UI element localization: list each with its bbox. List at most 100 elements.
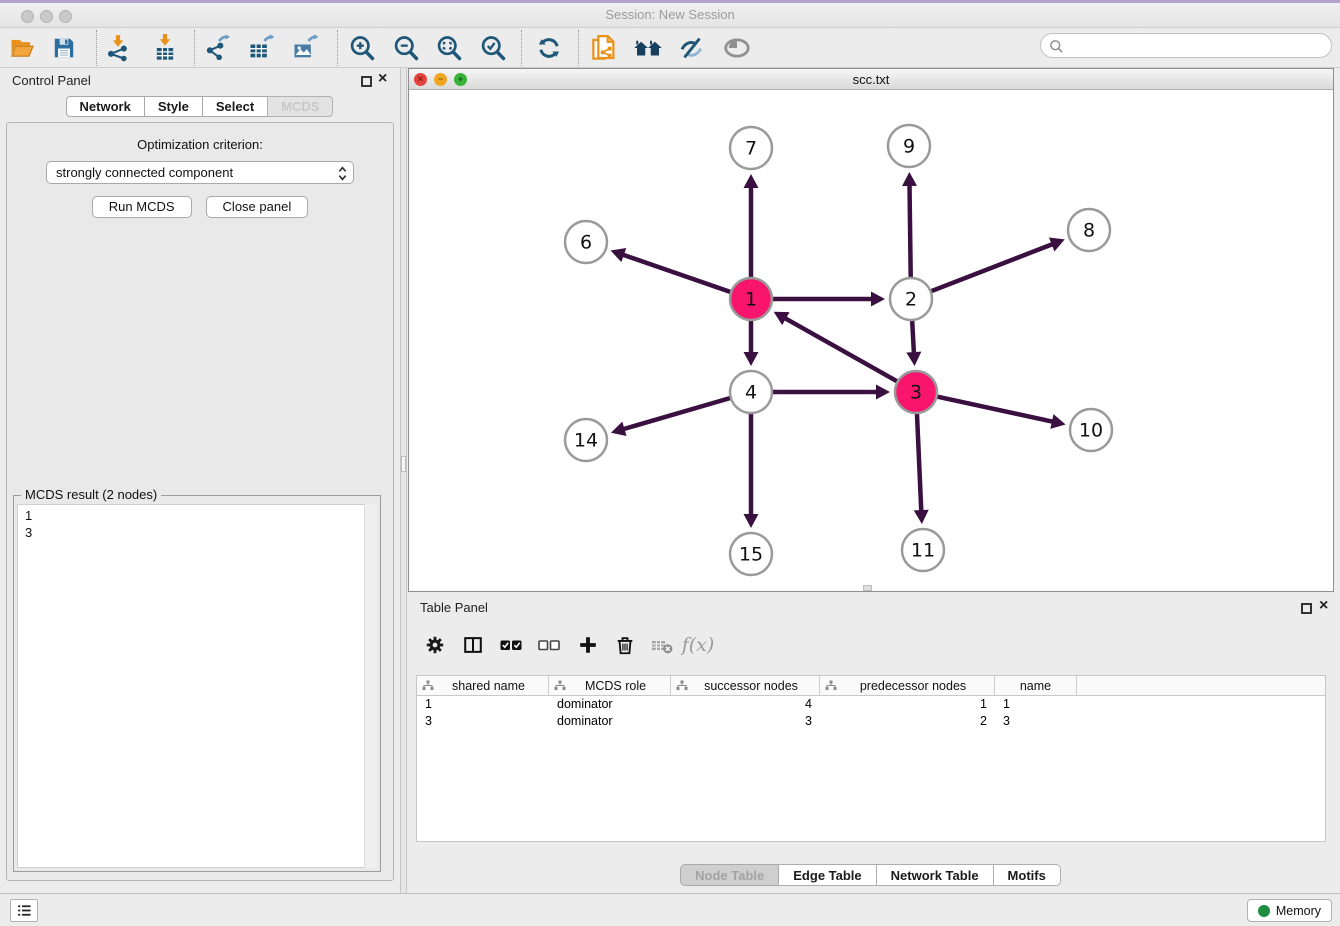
network-window-titlebar[interactable]: ✕ − + scc.txt [409,69,1333,90]
birds-eye-view-icon[interactable] [720,31,754,65]
criterion-dropdown[interactable]: strongly connected component [46,161,354,184]
edge-3-10[interactable] [937,397,1053,422]
tab-style[interactable]: Style [144,96,203,117]
tab-edge-table[interactable]: Edge Table [778,864,876,886]
status-bar: Memory [0,893,1340,926]
node-label-10: 10 [1079,420,1103,442]
column-header-name[interactable]: name [995,676,1077,695]
zoom-fit-icon[interactable] [432,31,466,65]
dropdown-stepper-icon [337,165,348,182]
close-panel-icon[interactable]: × [378,70,387,88]
edge-2-8[interactable] [932,244,1054,291]
select-all-icon[interactable] [498,632,524,658]
mcds-result-list[interactable]: 1 3 [17,504,377,868]
shared-column-icon [825,680,837,691]
arrowhead-2-3 [906,352,921,366]
window-title: Session: New Session [0,7,1340,22]
mcds-result-title: MCDS result (2 nodes) [21,487,161,502]
column-header-MCDS-role[interactable]: MCDS role [549,676,671,695]
memory-button[interactable]: Memory [1247,899,1332,922]
column-header-shared-name[interactable]: shared name [417,676,549,695]
table-cell: 1 [820,696,995,713]
import-table-icon[interactable] [148,31,182,65]
table-row[interactable]: 1dominator411 [417,696,1325,713]
open-session-icon[interactable] [5,31,39,65]
tab-network[interactable]: Network [66,96,145,117]
shared-column-icon [422,680,434,691]
canvas-resize-thumb[interactable] [863,585,872,591]
memory-label: Memory [1276,904,1321,918]
application-window: Session: New Session [0,0,1340,926]
deselect-all-icon[interactable] [536,632,562,658]
node-label-6: 6 [580,232,592,254]
panel-splitter[interactable] [400,68,407,893]
edge-2-3[interactable] [912,321,914,354]
splitter-grip[interactable] [401,456,406,472]
homes-icon[interactable] [631,31,665,65]
function-builder-icon[interactable]: f(x) [685,632,711,658]
arrowhead-4-15 [744,514,759,528]
table-row[interactable]: 3dominator323 [417,713,1325,730]
export-table-icon[interactable] [244,31,278,65]
zoom-out-icon[interactable] [389,31,423,65]
column-header-predecessor-nodes[interactable]: predecessor nodes [820,676,995,695]
column-label: successor nodes [688,679,819,693]
import-network-icon[interactable] [101,31,135,65]
node-table[interactable]: shared nameMCDS role successor nodes prede… [416,675,1326,842]
edge-1-6[interactable] [622,254,730,291]
column-header-successor-nodes[interactable]: successor nodes [671,676,820,695]
export-image-icon[interactable] [288,31,322,65]
tab-motifs[interactable]: Motifs [993,864,1061,886]
float-table-panel-icon[interactable] [1301,603,1312,614]
table-settings-icon[interactable] [422,632,448,658]
node-label-4: 4 [745,382,757,404]
delete-column-icon[interactable] [612,632,638,658]
search-input[interactable] [1040,33,1332,58]
split-panel-icon[interactable] [460,632,486,658]
arrowhead-3-11 [914,510,929,524]
run-mcds-button[interactable]: Run MCDS [92,196,192,218]
network-graph[interactable]: 7968124314101511 [409,90,1333,591]
network-from-selection-icon[interactable] [587,31,621,65]
node-label-8: 8 [1083,220,1095,242]
zoom-selected-icon[interactable] [476,31,510,65]
export-network-icon[interactable] [201,31,235,65]
add-column-icon[interactable] [575,632,601,658]
edge-3-1[interactable] [784,318,897,382]
task-history-button[interactable] [10,899,38,922]
node-label-9: 9 [903,136,915,158]
delete-table-icon[interactable] [649,632,675,658]
column-label: predecessor nodes [837,679,994,693]
table-cell: 4 [671,696,820,713]
main-toolbar [0,28,1340,68]
close-table-panel-icon[interactable]: × [1319,597,1328,615]
zoom-in-icon[interactable] [345,31,379,65]
result-scrollbar[interactable] [364,504,377,868]
edge-2-9[interactable] [909,184,910,277]
node-label-15: 15 [739,544,763,566]
control-panel-title: Control Panel [12,73,91,88]
table-toolbar: f(x) [408,625,1334,665]
node-label-14: 14 [574,430,598,452]
float-panel-icon[interactable] [361,76,372,87]
save-session-icon[interactable] [47,31,81,65]
tab-node-table[interactable]: Node Table [680,864,779,886]
table-tabs: Node TableEdge TableNetwork TableMotifs [408,864,1334,886]
tab-mcds[interactable]: MCDS [267,96,333,117]
node-label-3: 3 [910,382,922,404]
edge-3-11[interactable] [917,414,921,512]
table-panel: Table Panel × [408,595,1334,890]
hide-graphics-details-icon[interactable] [675,31,709,65]
titlebar: Session: New Session [0,3,1340,28]
tab-select[interactable]: Select [202,96,268,117]
toolbar-separator [578,30,579,66]
criterion-dropdown-value: strongly connected component [56,165,233,180]
edge-4-14[interactable] [622,398,729,429]
network-canvas[interactable]: 7968124314101511 [409,90,1333,591]
toolbar-separator [96,30,97,66]
toolbar-separator [194,30,195,66]
optimization-criterion-label: Optimization criterion: [7,137,393,152]
tab-network-table[interactable]: Network Table [876,864,994,886]
close-panel-button[interactable]: Close panel [206,196,309,218]
refresh-layout-icon[interactable] [532,31,566,65]
